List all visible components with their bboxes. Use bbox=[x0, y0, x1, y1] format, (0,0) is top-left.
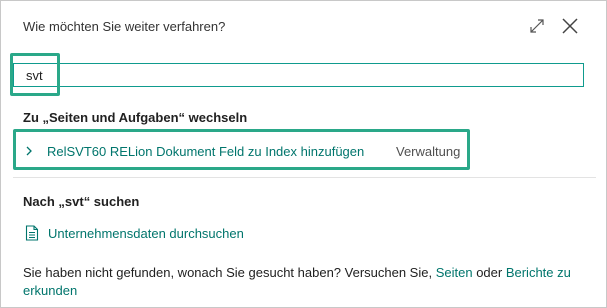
chevron-right-icon bbox=[26, 146, 32, 156]
search-section-heading: Nach „svt“ suchen bbox=[23, 194, 140, 209]
pages-link[interactable]: Seiten bbox=[436, 265, 473, 280]
footer-hint: Sie haben nicht gefunden, wonach Sie ges… bbox=[23, 264, 583, 300]
footer-text-before: Sie haben nicht gefunden, wonach Sie ges… bbox=[23, 265, 436, 280]
pages-section-heading: Zu „Seiten und Aufgaben“ wechseln bbox=[23, 110, 248, 125]
result-item[interactable]: RelSVT60 RELion Dokument Feld zu Index h… bbox=[23, 140, 468, 162]
company-data-label[interactable]: Unternehmensdaten durchsuchen bbox=[48, 226, 244, 241]
search-company-data-link[interactable]: Unternehmensdaten durchsuchen bbox=[25, 225, 244, 241]
close-icon[interactable] bbox=[561, 17, 579, 35]
search-input[interactable] bbox=[13, 63, 584, 87]
document-icon bbox=[25, 225, 39, 241]
result-category: Verwaltung bbox=[396, 143, 461, 159]
dialog-title: Wie möchten Sie weiter verfahren? bbox=[23, 19, 226, 34]
expand-icon[interactable] bbox=[529, 18, 545, 34]
search-dialog: Wie möchten Sie weiter verfahren? Zu „Se… bbox=[0, 0, 607, 308]
section-divider bbox=[13, 177, 596, 178]
footer-text-middle: oder bbox=[472, 265, 506, 280]
result-name[interactable]: RelSVT60 RELion Dokument Feld zu Index h… bbox=[47, 144, 364, 159]
